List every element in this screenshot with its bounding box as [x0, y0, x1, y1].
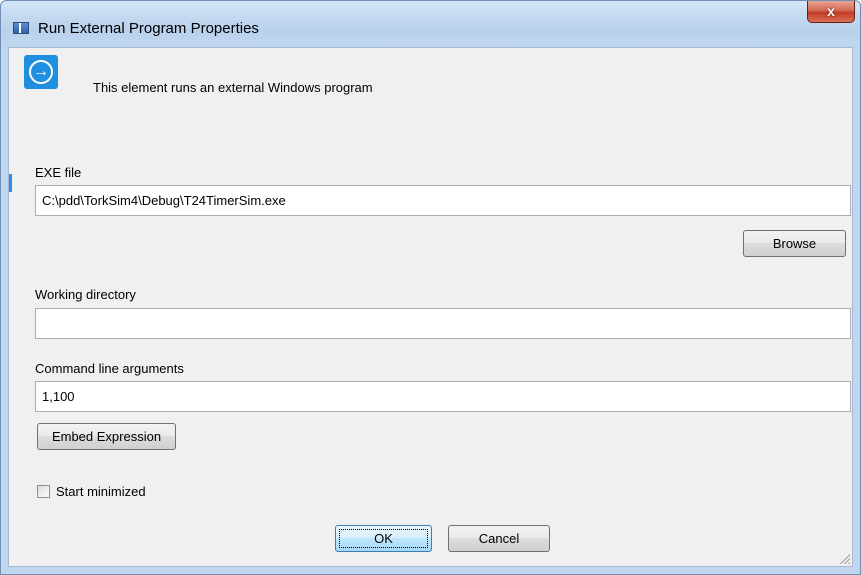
dialog-window: Run External Program Properties x → This… — [0, 0, 861, 575]
dialog-client-area: → This element runs an external Windows … — [8, 47, 853, 567]
working-directory-input[interactable] — [35, 308, 851, 339]
window-title: Run External Program Properties — [38, 20, 259, 37]
cancel-button-label: Cancel — [478, 531, 520, 546]
app-window-icon — [13, 22, 29, 34]
title-bar[interactable]: Run External Program Properties x — [1, 1, 860, 41]
focus-accent-bar — [9, 174, 12, 192]
exe-file-input[interactable] — [35, 185, 851, 216]
close-button[interactable]: x — [807, 1, 855, 23]
circle-arrow-right-icon: → — [24, 55, 58, 89]
start-minimized-checkbox[interactable] — [37, 485, 50, 498]
working-directory-label: Working directory — [35, 287, 136, 302]
command-line-arguments-label: Command line arguments — [35, 361, 184, 376]
embed-expression-label: Embed Expression — [51, 429, 162, 444]
browse-button-label: Browse — [772, 236, 817, 251]
embed-expression-button[interactable]: Embed Expression — [37, 423, 176, 450]
cancel-button[interactable]: Cancel — [448, 525, 550, 552]
header-description: This element runs an external Windows pr… — [93, 80, 373, 95]
command-line-arguments-input[interactable] — [35, 381, 851, 412]
browse-button[interactable]: Browse — [743, 230, 846, 257]
ok-button[interactable]: OK — [335, 525, 432, 552]
header-band: → This element runs an external Windows … — [9, 48, 852, 127]
ok-button-label: OK — [374, 531, 393, 546]
start-minimized-label[interactable]: Start minimized — [56, 484, 146, 499]
resize-grip-icon[interactable] — [838, 552, 850, 564]
close-icon: x — [827, 3, 835, 19]
exe-file-label: EXE file — [35, 165, 82, 180]
